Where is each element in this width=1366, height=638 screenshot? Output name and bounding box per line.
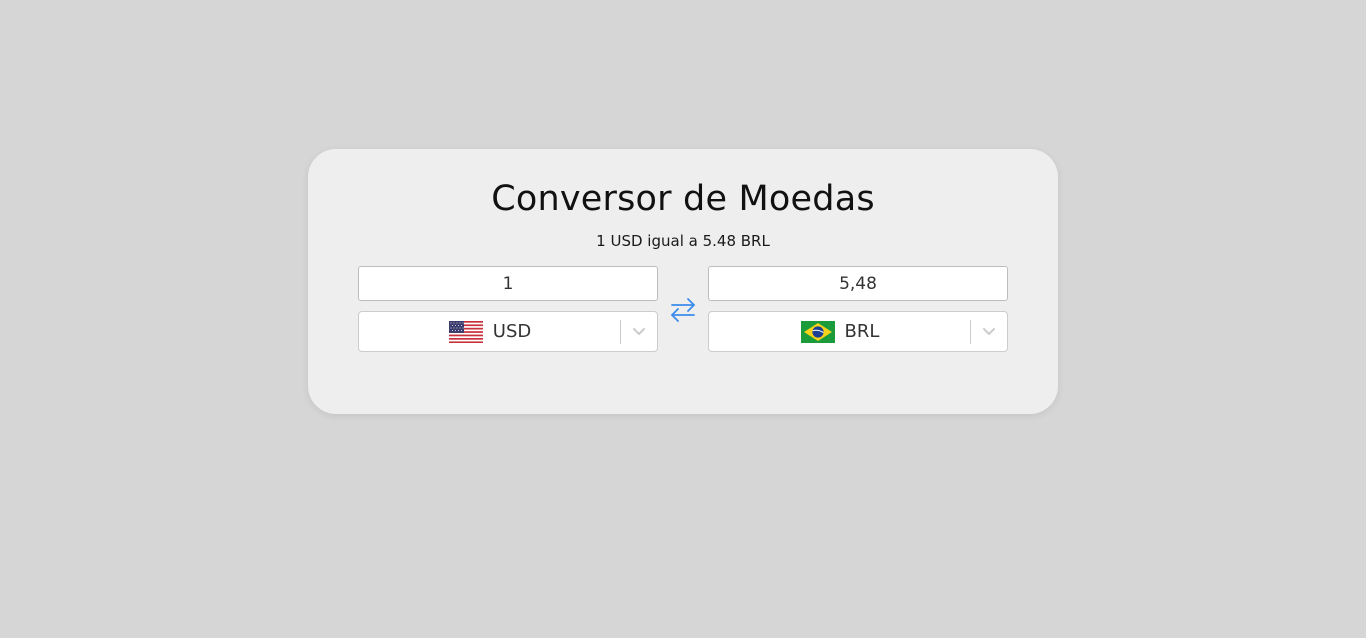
swap-arrows-icon: [671, 298, 695, 322]
us-flag-icon: [448, 320, 483, 343]
select-separator: [970, 320, 971, 344]
to-currency-code: BRL: [844, 321, 880, 342]
converter-card: Conversor de Moedas 1 USD igual a 5.48 B…: [308, 149, 1058, 414]
from-amount-input[interactable]: [358, 266, 658, 301]
from-currency-value: USD: [359, 312, 621, 351]
from-currency-group: USD: [358, 266, 658, 352]
to-currency-group: BRL: [708, 266, 1008, 352]
chevron-down-icon[interactable]: [981, 325, 997, 339]
brazil-flag-icon: [800, 320, 835, 343]
to-currency-value: BRL: [709, 312, 971, 351]
page-title: Conversor de Moedas: [491, 179, 875, 219]
select-separator: [620, 320, 621, 344]
to-amount-input[interactable]: [708, 266, 1008, 301]
to-currency-select[interactable]: BRL: [708, 311, 1008, 352]
swap-currencies-button[interactable]: [668, 295, 698, 325]
from-currency-select[interactable]: USD: [358, 311, 658, 352]
from-currency-code: USD: [492, 321, 532, 342]
chevron-down-icon[interactable]: [631, 325, 647, 339]
exchange-rate-text: 1 USD igual a 5.48 BRL: [596, 232, 770, 250]
